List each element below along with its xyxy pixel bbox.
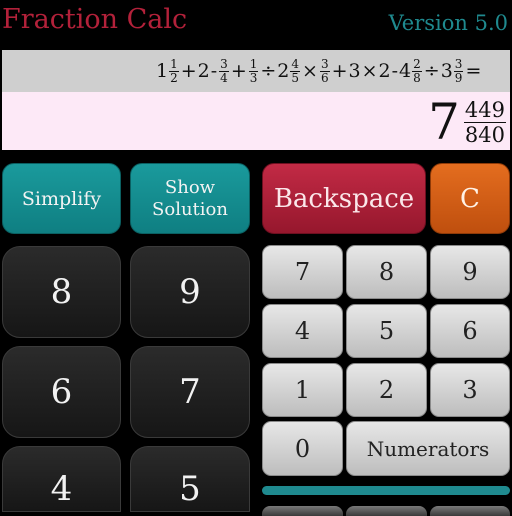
expression-numerator: 1 [169,56,179,72]
result-numerator: 449 [463,97,506,123]
expression-number: 1 [156,60,169,82]
whole-key-7[interactable]: 7 [130,346,250,438]
expression-fraction: 13 [248,56,259,85]
key-label: 6 [50,372,73,412]
key-label: 0 [294,434,311,463]
numerators-label: Numerators [366,436,490,461]
backspace-label: Backspace [273,183,415,214]
key-label: 8 [378,258,395,286]
app-title: Fraction Calc [2,4,188,35]
calculator-display: 1 1 2 +2-3 4 +1 3 ÷ 2 4 5 × 3 6 +3 × 2-4 2 8 ÷ 3 3 9 = 7 449 84… [2,50,510,150]
expression-fraction: 39 [453,56,464,85]
key-label: 2 [378,376,395,404]
expression-operator: × [302,60,318,82]
expression-number: 3 [348,60,361,82]
backspace-button[interactable]: Backspace [262,163,426,234]
key-label: 7 [179,372,201,412]
key-label: 3 [462,376,478,404]
whole-key-9[interactable]: 9 [130,246,250,338]
expression-operator: × [361,60,378,82]
numerator-key-0[interactable]: 0 [262,421,343,476]
denominator-key-partial[interactable] [430,506,510,516]
expression-fraction: 34 [219,56,229,85]
numerators-button[interactable]: Numerators [346,421,510,476]
whole-key-6[interactable]: 6 [2,346,121,438]
numerator-key-9[interactable]: 9 [430,245,510,299]
expression-denominator: 9 [454,70,463,85]
show-solution-button[interactable]: Show Solution [130,163,250,234]
key-label: 7 [294,258,311,286]
expression-numerator: 2 [412,56,422,72]
numerator-key-3[interactable]: 3 [430,363,510,417]
expression-operator: + [230,60,247,82]
numerator-key-8[interactable]: 8 [346,245,427,299]
clear-button[interactable]: C [430,163,510,234]
denominator-key-partial[interactable] [346,506,427,516]
key-label: 9 [462,258,478,286]
key-label: 5 [179,469,201,509]
numerator-key-7[interactable]: 7 [262,245,343,299]
expression-numerator: 4 [290,56,301,72]
expression-fraction: 28 [412,56,422,85]
expression-numerator: 3 [453,56,464,72]
whole-key-8[interactable]: 8 [2,246,121,338]
numerator-key-1[interactable]: 1 [262,363,343,417]
expression-number: 2 [277,60,290,82]
expression-fraction: 36 [319,56,330,85]
expression-operator: ÷ [423,60,440,82]
expression-numerator: 1 [248,56,259,72]
pad-divider [262,486,510,495]
expression-denominator: 4 [220,70,228,85]
expression-denominator: 3 [249,70,258,85]
numerator-key-4[interactable]: 4 [262,304,343,358]
numerator-key-5[interactable]: 5 [346,304,427,358]
result-denominator: 840 [464,122,505,147]
numerator-key-6[interactable]: 6 [430,304,510,358]
key-label: 4 [50,469,73,509]
expression-operator: - [210,60,218,82]
key-label: 6 [462,317,478,345]
result-value: 7 449 840 [428,94,506,150]
key-label: 8 [50,272,73,312]
expression-operator: + [180,60,197,82]
expression-numerator: 3 [219,56,229,72]
expression-fraction: 45 [290,56,301,85]
expression-operator: - [391,60,399,82]
expression-number: 2 [197,60,210,82]
expression-number: 3 [440,60,453,82]
numerator-key-2[interactable]: 2 [346,363,427,417]
simplify-button[interactable]: Simplify [2,163,121,234]
expression-denominator: 2 [170,70,178,85]
expression-bar: 1 1 2 +2-3 4 +1 3 ÷ 2 4 5 × 3 6 +3 × 2-4 2 8 ÷ 3 3 9 = [2,50,510,92]
expression-numerator: 3 [319,56,330,72]
expression-number: 4 [399,60,412,82]
key-label: 9 [179,272,201,312]
whole-key-5[interactable]: 5 [130,446,250,512]
key-label: 4 [294,317,311,345]
show-solution-label-line2: Solution [152,198,228,220]
result-whole: 7 [428,93,460,151]
key-label: 5 [378,317,395,345]
expression-fraction: 12 [169,56,179,85]
expression-operator: = [465,60,482,82]
version-label: Version 5.0 [388,11,508,35]
key-label: 1 [294,376,311,404]
expression-denominator: 6 [320,70,329,85]
expression-denominator: 5 [291,70,300,85]
simplify-label: Simplify [21,187,102,210]
expression-denominator: 8 [413,70,421,85]
expression-operator: + [331,60,348,82]
result-fraction: 449 840 [463,97,506,147]
expression-number: 2 [378,60,391,82]
expression-operator: ÷ [260,60,277,82]
whole-key-4[interactable]: 4 [2,446,121,512]
expression-text: 1 1 2 +2-3 4 +1 3 ÷ 2 4 5 × 3 6 +3 × 2-4 2 8 ÷ 3 3 9 = [156,50,482,92]
clear-label: C [460,183,480,214]
denominator-key-partial[interactable] [262,506,343,516]
show-solution-label-line1: Show [164,176,216,198]
